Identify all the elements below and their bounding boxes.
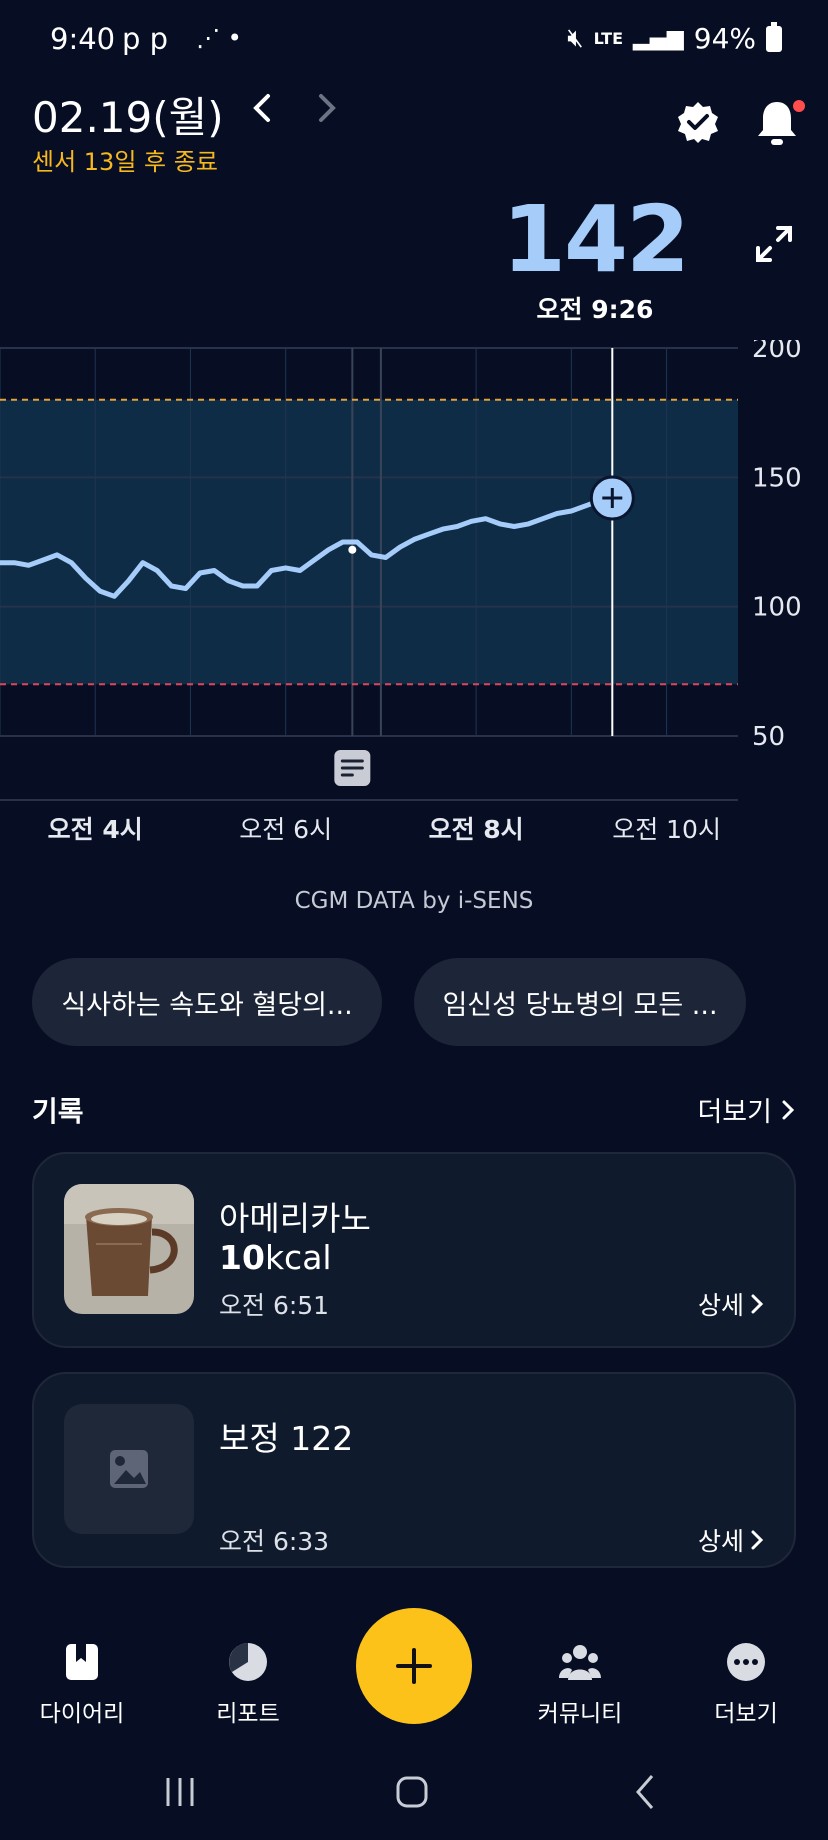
glucose-chart[interactable]: 200 150 100 50 오전 4시 오전 6시 오전 8시 오전 10시 [0,340,828,900]
y-tick-label: 200 [752,340,802,364]
diary-icon [66,1644,98,1680]
battery-icon [766,21,782,52]
current-glucose-time: 오전 9:26 [536,295,654,324]
target-range-band [0,399,738,685]
back-icon[interactable] [626,1772,666,1816]
verified-badge-icon[interactable] [676,100,720,144]
target-range-fill [0,399,738,685]
plus-icon [396,1648,432,1684]
record-detail-label: 상세 [697,1291,744,1320]
more-icon [727,1643,765,1681]
food-photo [64,1184,194,1314]
image-placeholder-icon [110,1450,148,1488]
nav-label: 커뮤니티 [537,1701,623,1727]
records-title: 기록 [32,1095,84,1128]
signal-icon: ▂▄▆ [633,26,684,51]
battery-label: 94% [693,22,756,55]
records-more-label: 더보기 [697,1097,772,1128]
article-chip[interactable]: 임신성 당뇨병의 모든 ... [414,958,746,1046]
y-tick-label: 150 [752,463,802,493]
home-icon[interactable] [392,1772,432,1816]
nav-label: 리포트 [216,1701,280,1727]
note-icon[interactable] [334,750,371,786]
date-title[interactable]: 02.19(월) [32,84,224,145]
nav-label: 다이어리 [39,1701,125,1727]
record-title: 아메리카노 [219,1199,371,1238]
record-detail-link[interactable]: 상세 [698,1522,764,1558]
y-axis: 200 150 100 50 [752,340,802,752]
nav-community[interactable]: 커뮤니티 [520,1640,640,1728]
status-right: 🔇︎ LTE ▂▄▆ 94% [567,21,782,55]
cgm-credit: CGM DATA by i-SENS [294,888,534,914]
status-bar: 9:40 p p ⋰ • 🔇︎ LTE ▂▄▆ 94% [0,0,828,82]
nav-diary[interactable]: 다이어리 [22,1640,142,1728]
chevron-left-icon[interactable] [250,90,274,135]
network-label: LTE [593,29,623,48]
notification-dot [793,100,805,112]
article-chip[interactable]: 식사하는 속도와 혈당의... [32,958,382,1046]
calibration-point [348,545,357,554]
record-detail-label: 상세 [697,1527,744,1556]
x-tick-label: 오전 4시 [48,815,143,844]
status-time: 9:40 [50,22,116,56]
kcal-unit: kcal [264,1238,332,1277]
x-tick-label: 오전 10시 [612,815,721,844]
expand-icon[interactable] [752,222,796,266]
wifi-off-icon: ⋰ • [196,24,242,52]
chevron-right-icon [782,1100,795,1119]
image-placeholder [64,1404,194,1534]
x-tick-label: 오전 8시 [429,815,524,844]
y-tick-label: 50 [752,722,785,752]
record-card[interactable]: 보정 122 오전 6:33 상세 [32,1372,796,1568]
record-detail-link[interactable]: 상세 [698,1286,764,1322]
sensor-expiry-note: 센서 13일 후 종료 [32,148,218,176]
community-icon [559,1645,601,1680]
nav-more[interactable]: 더보기 [686,1640,806,1728]
record-title: 보정 122 [219,1419,354,1458]
report-icon [229,1643,267,1681]
record-kcal: 10kcal [219,1238,332,1277]
x-tick-label: 오전 6시 [239,815,332,844]
nav-report[interactable]: 리포트 [188,1640,308,1728]
recent-apps-icon[interactable] [160,1772,200,1816]
mute-icon: 🔇︎ [567,23,584,53]
chevron-right-icon [751,1294,764,1314]
status-indicators: p p [122,22,169,56]
chevron-right-icon[interactable] [315,90,339,135]
chevron-right-icon [751,1530,764,1550]
x-axis: 오전 4시 오전 6시 오전 8시 오전 10시 [48,750,721,844]
records-more-link[interactable]: 더보기 [697,1090,796,1129]
current-glucose-value: 142 [501,186,690,293]
record-time: 오전 6:51 [219,1291,330,1320]
record-time: 오전 6:33 [219,1527,330,1556]
add-record-button[interactable] [356,1608,472,1724]
record-card[interactable]: 아메리카노 10kcal 오전 6:51 상세 [32,1152,796,1348]
y-tick-label: 100 [752,593,802,623]
kcal-value: 10 [219,1238,265,1277]
nav-label: 더보기 [714,1701,778,1727]
